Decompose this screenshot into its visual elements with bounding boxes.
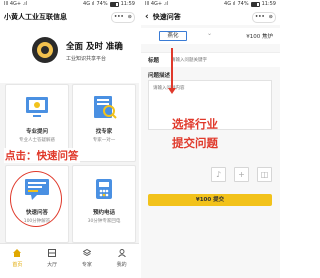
eye-logo-icon (32, 37, 58, 63)
phone-icon (96, 179, 112, 199)
close-icon[interactable]: ⊙ (128, 14, 132, 20)
price-selector[interactable]: ¥100 焦炉 (246, 32, 273, 40)
card-book-call[interactable]: 预约电话 30分钟专家回电 (72, 165, 136, 243)
layers-icon (82, 249, 91, 257)
voice-attach-button[interactable]: ♪ (211, 167, 226, 182)
page-title: 快速问答 (152, 13, 181, 21)
home-screen: Ill 4G+ .ıl 4G ıl 74% 11:59 小黄人工业互联信息 ••… (0, 0, 139, 278)
tab-home[interactable]: 首页 (0, 244, 35, 278)
tab-mine[interactable]: 我的 (104, 244, 139, 278)
chevron-down-icon[interactable]: ⌄ (207, 30, 212, 37)
mini-program-capsule[interactable]: ••• ⊙ (111, 11, 135, 23)
annotation-submit-question: 提交问题 (172, 136, 218, 150)
network-signal: 4G ıl (83, 1, 95, 7)
more-icon[interactable]: ••• (114, 14, 124, 20)
submit-button[interactable]: ¥100 提交 (148, 194, 272, 206)
title-field-row: 标题 (141, 52, 280, 67)
description-label: 问题描述 (148, 73, 171, 79)
status-bar: Ill 4G+ .ıl 4G ıl 74% 11:59 (0, 0, 139, 9)
expert-search-icon (94, 96, 117, 119)
app-title: 小黄人工业互联信息 (4, 13, 67, 21)
plus-icon: + (238, 170, 245, 179)
banner-slogan: 全面 及时 准确 (66, 42, 123, 52)
back-arrow-icon[interactable]: ‹ (145, 12, 149, 22)
industry-chip[interactable]: 燕化 (159, 31, 187, 41)
carrier-signal: Ill 4G+ .ıl (145, 1, 169, 7)
battery-percent: 74% (237, 1, 249, 7)
annotation-arrow (171, 48, 173, 89)
card-title: 找专家 (95, 129, 113, 135)
camera-icon: ◫ (260, 170, 269, 179)
battery-icon (250, 2, 260, 7)
card-desc: 专业人士答疑解惑 (19, 138, 55, 143)
clock: 11:59 (120, 1, 135, 7)
battery-percent: 74% (96, 1, 108, 7)
clock: 11:59 (261, 1, 276, 7)
hero-banner: 全面 及时 准确 工业知识共享平台 (0, 25, 139, 83)
mini-program-capsule[interactable]: ••• ⊙ (252, 11, 276, 23)
more-icon[interactable]: ••• (255, 14, 265, 20)
tab-experts[interactable]: 专家 (70, 244, 105, 278)
arrow-down-icon (168, 88, 176, 94)
network-signal: 4G ıl (224, 1, 236, 7)
nav-header: ‹ 快速问答 ••• ⊙ (141, 9, 280, 25)
card-find-expert[interactable]: 找专家 专家一对一 (72, 84, 136, 162)
title-input[interactable] (171, 55, 271, 64)
banner-subslogan: 工业知识共享平台 (66, 56, 107, 62)
annotation-select-industry: 选择行业 (172, 117, 218, 131)
close-icon[interactable]: ⊙ (269, 14, 273, 20)
card-title: 专业提问 (25, 129, 48, 135)
user-icon (117, 249, 126, 257)
status-bar: Ill 4G+ .ıl 4G ıl 74% 11:59 (141, 0, 280, 9)
home-icon (13, 249, 22, 257)
photo-attach-button[interactable]: ◫ (257, 167, 272, 182)
music-note-icon: ♪ (215, 170, 222, 179)
carrier-signal: Ill 4G+ .ıl (4, 1, 28, 7)
question-screen-icon (26, 97, 48, 117)
annotation-click-quick-qa: 点击：快速问答 (4, 148, 80, 163)
bottom-tab-bar: 首页 大厅 专家 我的 (0, 243, 139, 278)
card-desc: 专家一对一 (92, 138, 116, 143)
industry-select-row: 燕化 ⌄ ¥100 焦炉 (141, 28, 280, 44)
title-label: 标题 (148, 58, 160, 64)
card-title: 预约电话 (92, 210, 115, 216)
battery-icon (109, 2, 119, 7)
app-header: 小黄人工业互联信息 ••• ⊙ (0, 9, 139, 25)
hall-icon (48, 249, 57, 257)
tab-hall[interactable]: 大厅 (35, 244, 70, 278)
card-desc: 30分钟专家回电 (87, 219, 121, 224)
highlight-circle (10, 171, 62, 227)
quick-qa-screen: Ill 4G+ .ıl 4G ıl 74% 11:59 ‹ 快速问答 ••• ⊙… (141, 0, 280, 278)
add-attach-button[interactable]: + (234, 167, 249, 182)
